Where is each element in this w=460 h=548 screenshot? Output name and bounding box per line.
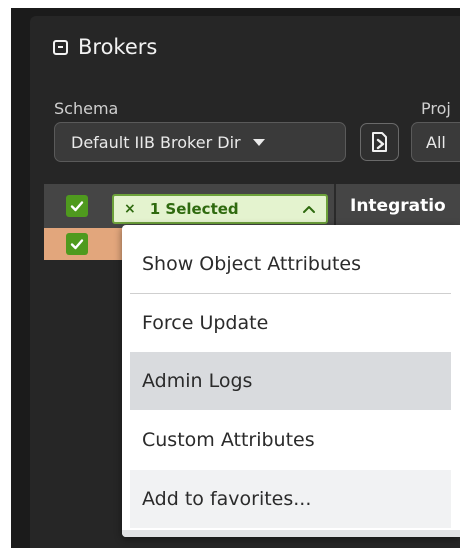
menu-item-custom-attributes[interactable]: Custom Attributes bbox=[130, 411, 451, 469]
selection-count-label: 1 Selected bbox=[149, 200, 239, 218]
menu-footer bbox=[122, 530, 460, 537]
document-arrow-icon bbox=[371, 132, 387, 152]
header-select-all-checkbox[interactable] bbox=[66, 195, 88, 217]
chevron-down-icon bbox=[252, 138, 265, 146]
project-select[interactable]: All bbox=[411, 122, 460, 162]
menu-item-admin-logs[interactable]: Admin Logs bbox=[130, 352, 451, 410]
schema-select-value: Default IIB Broker Dir bbox=[71, 132, 241, 152]
chevron-up-icon bbox=[303, 206, 315, 213]
panel-header: Brokers bbox=[53, 34, 157, 60]
checkbox-checked-icon bbox=[70, 201, 84, 212]
row-checkbox[interactable] bbox=[66, 233, 88, 255]
menu-item-force-update[interactable]: Force Update bbox=[130, 294, 451, 352]
panel-title: Brokers bbox=[78, 35, 158, 59]
column-separator bbox=[334, 184, 336, 228]
column-header-integration[interactable]: Integratio bbox=[350, 196, 446, 216]
collapse-icon[interactable] bbox=[53, 39, 68, 55]
project-label: Proj bbox=[421, 99, 451, 118]
schema-label: Schema bbox=[54, 99, 119, 118]
menu-item-show-object-attributes[interactable]: Show Object Attributes bbox=[130, 235, 451, 293]
document-action-button[interactable] bbox=[360, 123, 399, 161]
project-select-value: All bbox=[426, 132, 446, 152]
context-menu: Show Object Attributes Force Update Admi… bbox=[122, 225, 460, 537]
menu-item-add-to-favorites[interactable]: Add to favorites... bbox=[130, 470, 451, 528]
selection-chip[interactable]: × 1 Selected bbox=[112, 194, 328, 224]
checkbox-checked-icon bbox=[70, 239, 84, 250]
schema-select[interactable]: Default IIB Broker Dir bbox=[54, 122, 346, 162]
clear-selection-icon[interactable]: × bbox=[124, 201, 136, 217]
